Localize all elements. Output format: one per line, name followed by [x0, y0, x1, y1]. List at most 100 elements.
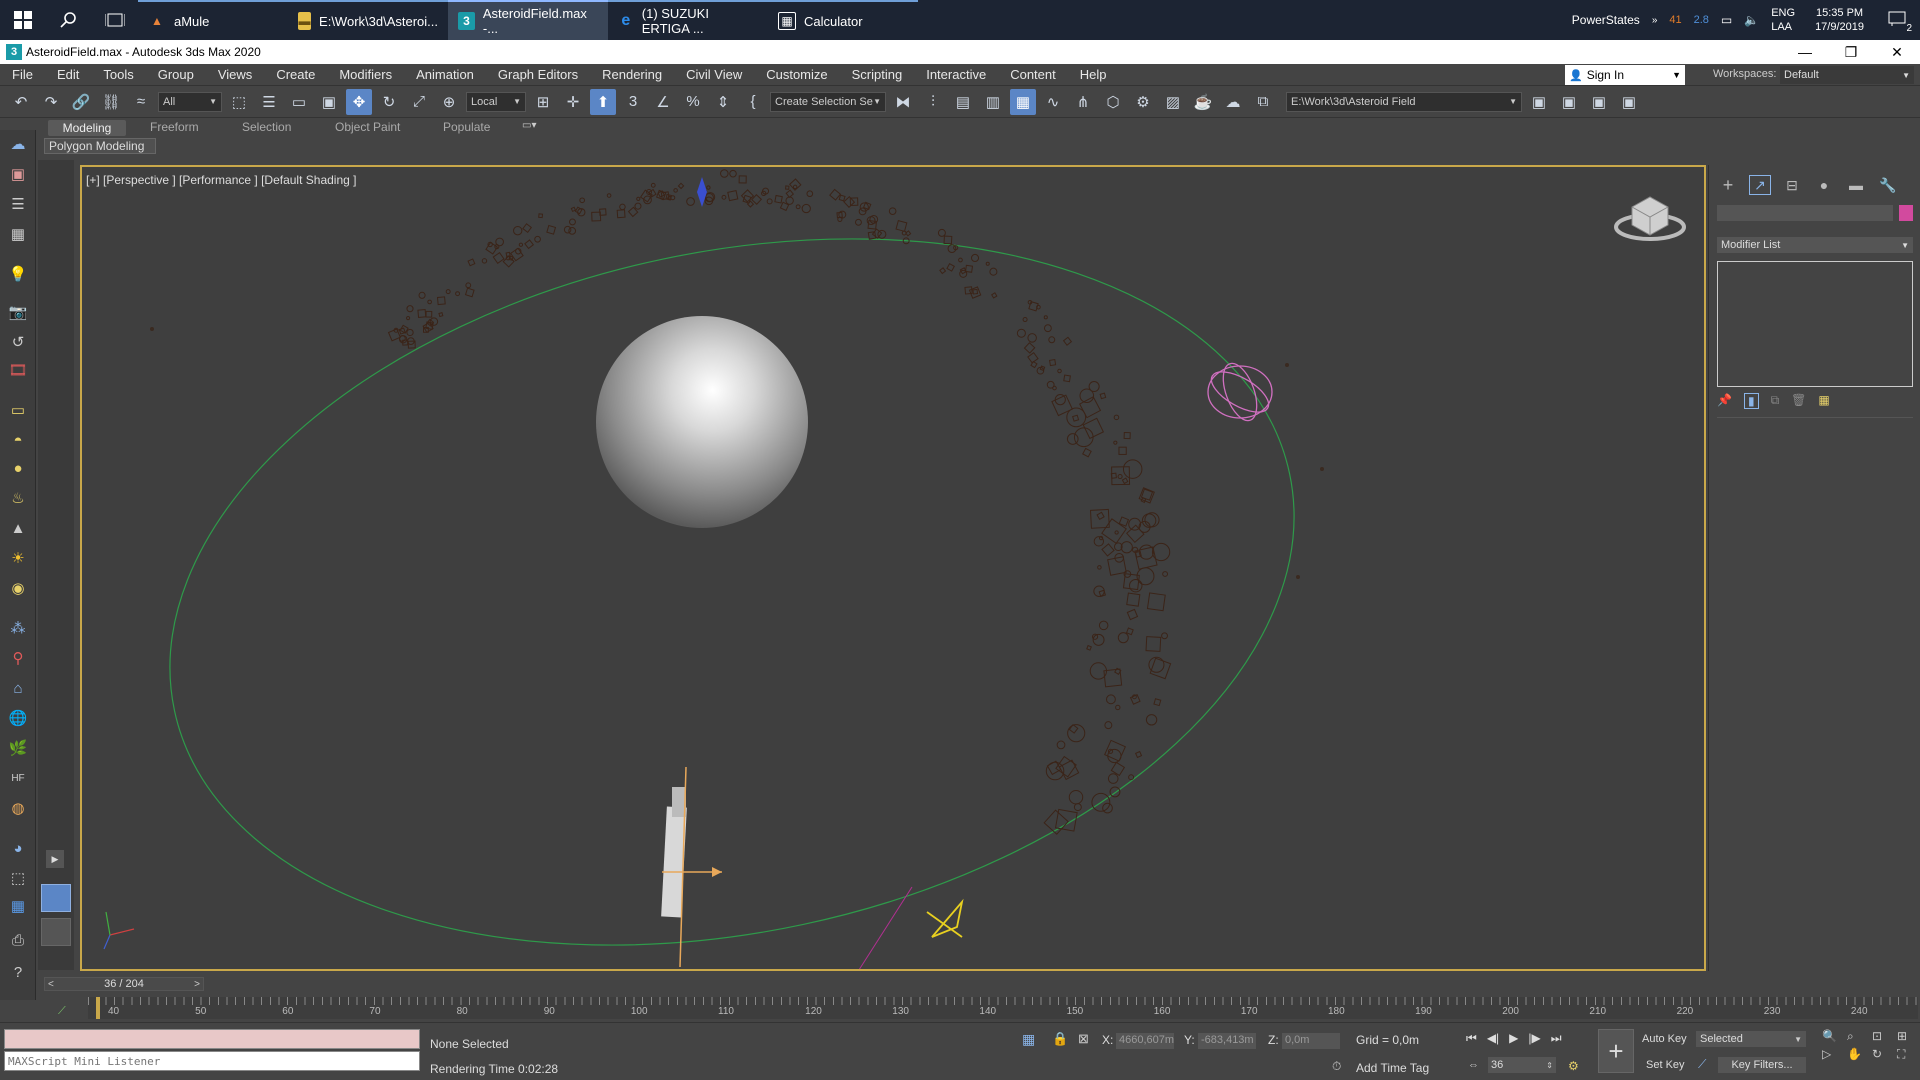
modifier-list-dropdown[interactable]: Modifier List ▼ [1717, 237, 1913, 253]
maximize-viewport-icon[interactable]: ⛶ [1897, 1047, 1919, 1062]
configure-modifier-sets-icon[interactable]: ▦ [1818, 393, 1829, 409]
menu-edit[interactable]: Edit [45, 67, 91, 82]
keyboard-shortcut-override-icon[interactable]: ⬆ [590, 88, 616, 115]
close-icon[interactable]: ✕ [1874, 40, 1920, 64]
search-icon[interactable] [46, 0, 92, 40]
time-tag-icon[interactable]: ⏱ [1332, 1059, 1341, 1074]
render-iterative-icon[interactable]: ⧉ [1250, 89, 1276, 115]
notification-icon[interactable]: 2 [1888, 11, 1912, 34]
set-key-button[interactable]: Set Key [1646, 1059, 1685, 1071]
zoom-extents-all-icon[interactable]: ⊞ [1897, 1029, 1919, 1044]
tab-modeling[interactable]: Modeling [48, 120, 126, 136]
undo-icon[interactable]: ↶ [8, 89, 34, 115]
sphere-icon[interactable]: ● [6, 456, 30, 480]
menu-interactive[interactable]: Interactive [914, 67, 998, 82]
key-selection-dropdown[interactable]: Selected ▼ [1696, 1031, 1806, 1047]
help-icon[interactable]: ? [6, 960, 30, 984]
utilities-tab-icon[interactable]: 🔧 [1877, 175, 1899, 195]
modify-tab-icon[interactable]: ↗ [1749, 175, 1771, 195]
manipulate-icon[interactable]: ✛ [560, 89, 586, 115]
redo-icon[interactable]: ↷ [38, 89, 64, 115]
link-icon[interactable]: 🔗 [68, 89, 94, 115]
hierarchy-tab-icon[interactable]: ⊟ [1781, 175, 1803, 195]
bind-space-warp-icon[interactable]: ≈ [128, 89, 154, 115]
select-and-move-icon[interactable]: ✥ [346, 88, 372, 115]
menu-group[interactable]: Group [146, 67, 206, 82]
select-by-name-icon[interactable]: ☰ [256, 89, 282, 115]
project-open-icon[interactable]: ▣ [1526, 89, 1552, 115]
menu-content[interactable]: Content [998, 67, 1068, 82]
pin-stack-icon[interactable]: 📌 [1717, 393, 1732, 409]
hf-icon[interactable]: HF [6, 766, 30, 790]
time-slider-prev-icon[interactable]: < [45, 979, 57, 990]
table-icon[interactable]: ▦ [6, 222, 30, 246]
windows-start-icon[interactable] [0, 0, 46, 40]
next-frame-icon[interactable]: |▶ [1528, 1031, 1540, 1046]
clock[interactable]: 15:35 PM 17/9/2019 [1815, 6, 1864, 34]
menu-animation[interactable]: Animation [404, 67, 486, 82]
previous-frame-icon[interactable]: ◀| [1487, 1031, 1499, 1046]
time-slider[interactable]: < 36 / 204 > [44, 977, 204, 991]
tab-object-paint[interactable]: Object Paint [335, 120, 400, 134]
rotate-icon[interactable]: ↺ [6, 330, 30, 354]
layout-tab-alt[interactable] [41, 918, 71, 946]
window-crossing-icon[interactable]: ▣ [316, 89, 342, 115]
set-key-big-button[interactable]: + [1598, 1029, 1634, 1073]
tab-freeform[interactable]: Freeform [150, 120, 199, 134]
render-production-icon[interactable]: ☕ [1190, 89, 1216, 115]
orbit-icon[interactable]: ↻ [1872, 1047, 1894, 1062]
remove-modifier-icon[interactable]: 🗑 [1791, 393, 1806, 409]
zoom-icon[interactable]: 🔍 [1822, 1029, 1844, 1044]
hemisphere-icon[interactable]: ◓ [6, 428, 30, 452]
go-to-start-icon[interactable]: ⏮ [1466, 1031, 1477, 1046]
layer-explorer-icon[interactable]: ▥ [980, 89, 1006, 115]
layout-tab-single[interactable] [41, 884, 71, 912]
menu-help[interactable]: Help [1068, 67, 1119, 82]
time-slider-next-icon[interactable]: > [191, 979, 203, 990]
rectangular-selection-icon[interactable]: ▭ [286, 89, 312, 115]
volume-icon[interactable]: 🔈 [1744, 13, 1759, 27]
taskbar-item-amule[interactable]: ▲ aMule [138, 0, 288, 40]
y-coord-field[interactable]: -683,413m [1198, 1033, 1256, 1049]
play-icon[interactable]: ▶ [1509, 1031, 1518, 1046]
taskbar-item-explorer[interactable]: ▬ E:\Work\3d\Asteroi... [288, 0, 448, 40]
menu-customize[interactable]: Customize [754, 67, 839, 82]
menu-scripting[interactable]: Scripting [840, 67, 915, 82]
align-icon[interactable]: ⫶ [920, 89, 946, 115]
reference-coord-dropdown[interactable]: Local ▼ [466, 91, 526, 112]
ribbon-toggle-icon[interactable]: ▦ [1010, 88, 1036, 115]
object-name-field[interactable] [1717, 205, 1893, 221]
sun-icon[interactable]: ☀ [6, 546, 30, 570]
display-tab-icon[interactable]: ▬ [1845, 175, 1867, 195]
language-indicator[interactable]: ENG LAA [1771, 6, 1795, 34]
taskbar-item-3dsmax[interactable]: 3 AsteroidField.max -... [448, 0, 608, 40]
pan-icon[interactable]: ✋ [1847, 1047, 1869, 1062]
powerstates-label[interactable]: PowerStates [1572, 13, 1640, 27]
mirror-icon[interactable]: ⧓ [890, 89, 916, 115]
scene-explorer-icon[interactable]: ▣ [6, 162, 30, 186]
film-icon[interactable]: 🎞 [6, 358, 30, 382]
plant-icon[interactable]: 🌿 [6, 736, 30, 760]
expand-arrow-icon[interactable]: ▶ [46, 850, 64, 868]
tab-populate[interactable]: Populate [443, 120, 490, 134]
select-and-place-icon[interactable]: ⊕ [436, 89, 462, 115]
object-color-swatch[interactable] [1899, 205, 1913, 221]
make-unique-icon[interactable]: ⧉ [1771, 393, 1780, 409]
percent-snap-icon[interactable]: % [680, 89, 706, 115]
named-selection-dropdown[interactable]: Create Selection Se ▼ [770, 91, 886, 112]
menu-graph-editors[interactable]: Graph Editors [486, 67, 590, 82]
angle-snap-icon[interactable]: ∠ [650, 89, 676, 115]
render-icon[interactable]: ▦ [6, 894, 30, 918]
project-create-icon[interactable]: ▣ [1586, 89, 1612, 115]
x-coord-field[interactable]: 4660,607m [1116, 1033, 1174, 1049]
isolate-selection-icon[interactable]: ▦ [1022, 1031, 1035, 1048]
auto-key-button[interactable]: Auto Key [1642, 1033, 1687, 1045]
hair-icon[interactable]: ◍ [6, 796, 30, 820]
curve-editor-icon[interactable]: ∿ [1040, 89, 1066, 115]
chevron-up-icon[interactable]: » [1652, 15, 1658, 26]
spinner-snap-icon[interactable]: ⇕ [710, 89, 736, 115]
modifier-stack[interactable] [1717, 261, 1913, 387]
tab-selection[interactable]: Selection [242, 120, 291, 134]
box-icon[interactable]: ▭ [6, 398, 30, 422]
z-coord-field[interactable]: 0,0m [1282, 1033, 1340, 1049]
